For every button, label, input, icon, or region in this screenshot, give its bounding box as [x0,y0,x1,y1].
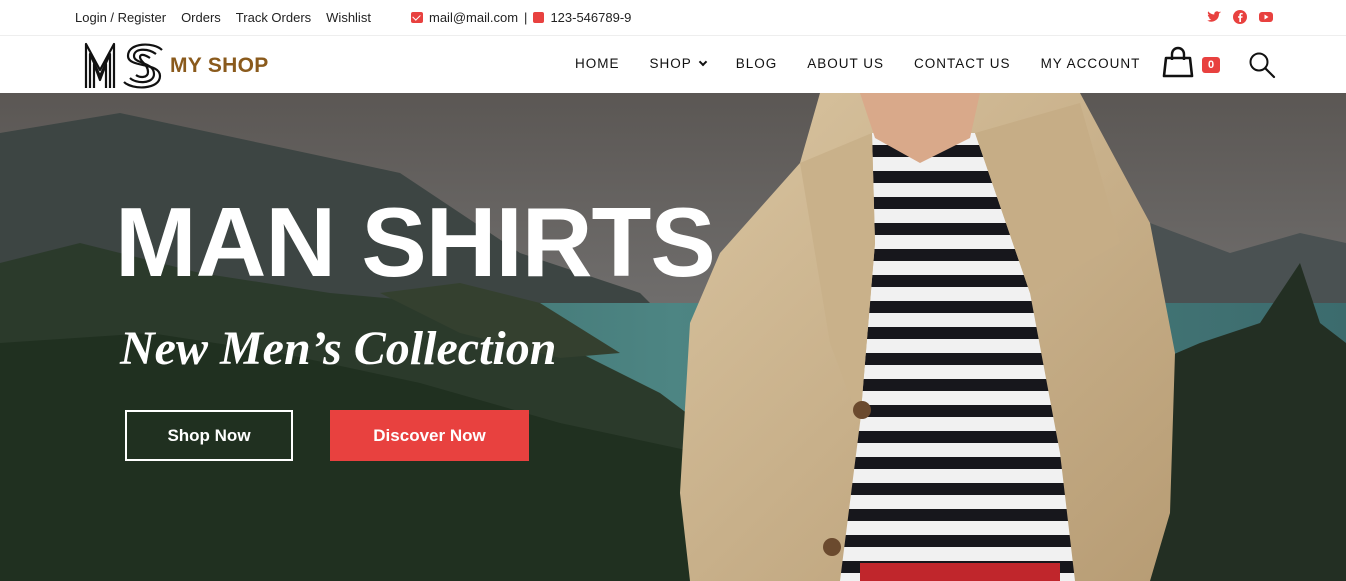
track-orders-link[interactable]: Track Orders [236,10,311,25]
contact-info: mail@mail.com | 123-546789-9 [411,10,631,25]
mail-icon [411,12,423,23]
wishlist-link[interactable]: Wishlist [326,10,371,25]
email-text[interactable]: mail@mail.com [429,10,518,25]
youtube-icon[interactable] [1258,9,1274,25]
nav-blog[interactable]: BLOG [736,56,778,71]
cart-count-badge: 0 [1202,57,1220,73]
orders-link[interactable]: Orders [181,10,221,25]
facebook-icon[interactable] [1232,9,1248,25]
login-register-link[interactable]: Login / Register [75,10,166,25]
twitter-icon[interactable] [1206,9,1222,25]
main-nav: HOME SHOP BLOG ABOUT US CONTACT US MY AC… [575,56,1140,71]
hero-subtitle: New Men’s Collection [120,322,557,375]
site-logo[interactable]: MY SHOP [84,40,269,90]
nav-home[interactable]: HOME [575,56,620,71]
main-header: MY SHOP HOME SHOP BLOG ABOUT US CONTACT … [0,37,1346,93]
separator: | [524,10,528,25]
phone-text[interactable]: 123-546789-9 [550,10,631,25]
top-links: Login / Register Orders Track Orders Wis… [75,10,371,25]
search-icon[interactable] [1248,51,1276,79]
nav-shop-label: SHOP [649,56,692,71]
social-links [1206,9,1274,25]
nav-about-us[interactable]: ABOUT US [807,56,884,71]
shop-now-button[interactable]: Shop Now [125,410,293,461]
hero-banner: MAN SHIRTS New Men’s Collection Shop Now… [0,93,1346,581]
chevron-down-icon [698,57,708,67]
nav-contact-us[interactable]: CONTACT US [914,56,1011,71]
logo-mark [84,42,163,89]
phone-icon [533,12,545,23]
nav-my-account[interactable]: MY ACCOUNT [1041,56,1141,71]
shopping-bag-icon [1162,46,1194,78]
cart-button[interactable]: 0 [1162,45,1222,81]
hero-title: MAN SHIRTS [115,187,716,297]
top-bar: Login / Register Orders Track Orders Wis… [0,0,1346,36]
nav-shop[interactable]: SHOP [649,56,708,71]
discover-now-button[interactable]: Discover Now [330,410,529,461]
logo-text: MY SHOP [170,54,269,77]
